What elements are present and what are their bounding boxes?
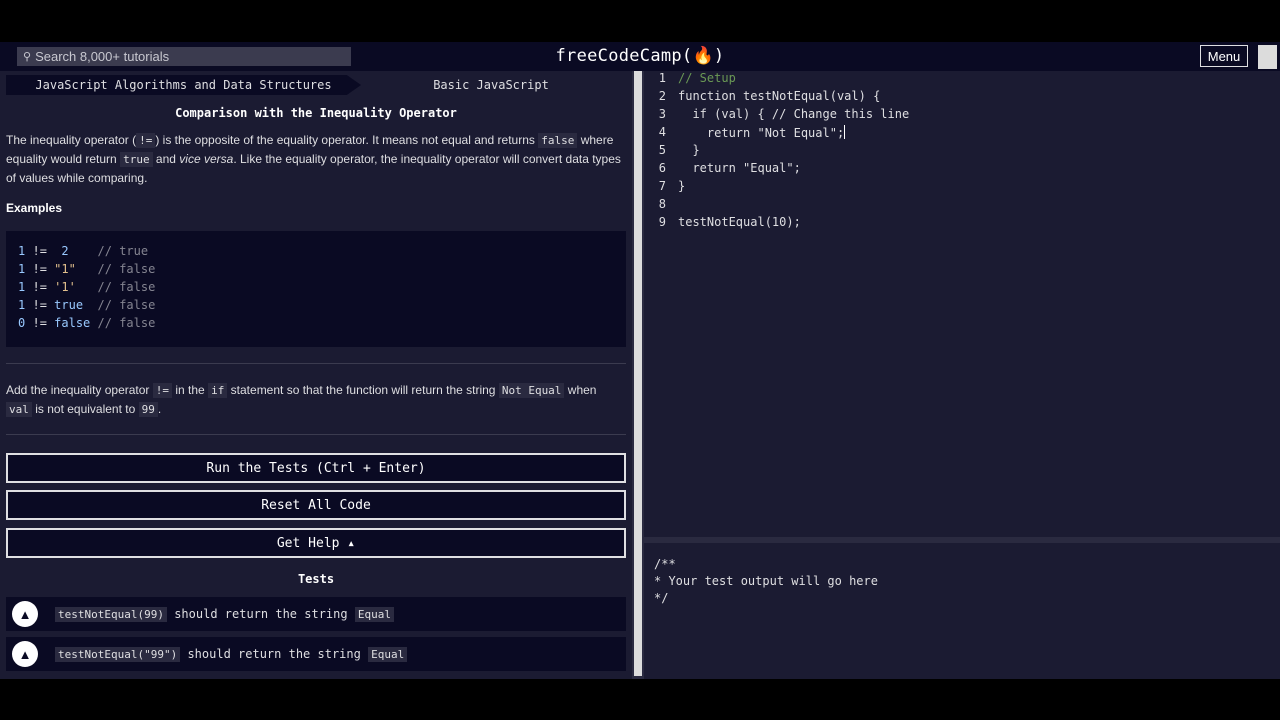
text: and <box>155 152 176 166</box>
text: Add the inequality operator <box>6 383 150 397</box>
text: The inequality operator ( <box>6 133 137 147</box>
code-line[interactable]: } <box>678 143 699 157</box>
code-line[interactable]: if (val) { // Change this line <box>678 107 909 121</box>
inline-code: != <box>152 383 173 398</box>
example-code-block: 1 != 2 // true 1 != "1" // false 1 != '1… <box>6 231 626 347</box>
test-output-panel: /** * Your test output will go here */ <box>644 543 1280 679</box>
text-cursor <box>844 125 846 139</box>
line-number: 1 <box>658 71 666 85</box>
tests-heading: Tests <box>297 572 335 586</box>
line-number: 3 <box>658 107 666 121</box>
inline-code: testNotEqual("99") <box>55 647 181 662</box>
inline-code: Equal <box>368 647 408 662</box>
example-line: 1 != '1' // false <box>18 280 156 294</box>
example-line: 0 != false // false <box>18 316 156 330</box>
instructions-scrollbar[interactable] <box>632 71 644 679</box>
emphasis: vice versa <box>179 152 234 166</box>
inline-code: false <box>538 133 578 148</box>
text: ) is the opposite of the equality operat… <box>155 133 535 147</box>
examples-heading: Examples <box>6 201 63 215</box>
inline-code: != <box>136 133 156 148</box>
test-description: testNotEqual(99) should return the strin… <box>55 607 394 622</box>
description-paragraph: The inequality operator (!=) is the oppo… <box>6 131 622 187</box>
flask-icon: ▲ <box>12 601 38 627</box>
text: in the <box>175 383 205 397</box>
inline-code: true <box>120 152 153 167</box>
inline-code: Not Equal <box>498 383 565 398</box>
text: when <box>567 383 597 397</box>
inline-code: if <box>208 383 228 398</box>
breadcrumb: JavaScript Algorithms and Data Structure… <box>6 75 626 95</box>
run-tests-button[interactable]: Run the Tests (Ctrl + Enter) <box>6 453 626 483</box>
code-line[interactable]: function testNotEqual(val) { <box>678 89 880 103</box>
code-line[interactable]: } <box>678 179 685 193</box>
example-line: 1 != true // false <box>18 298 156 312</box>
line-number: 7 <box>658 179 666 193</box>
test-item: ▲ testNotEqual(99) should return the str… <box>6 597 626 631</box>
text: should return the string <box>174 607 348 621</box>
brand-logo[interactable]: freeCodeCamp(🔥) <box>0 46 1280 66</box>
breadcrumb-superblock[interactable]: JavaScript Algorithms and Data Structure… <box>6 75 361 95</box>
line-number: 2 <box>658 89 666 103</box>
reset-code-button[interactable]: Reset All Code <box>6 490 626 520</box>
text: should return the string <box>187 647 361 661</box>
test-description: testNotEqual("99") should return the str… <box>55 647 408 662</box>
code-line[interactable]: testNotEqual(10); <box>678 215 801 229</box>
code-line-text: return "Not Equal"; <box>678 126 845 140</box>
instructions-paragraph: Add the inequality operator != in the if… <box>6 381 622 419</box>
example-line: 1 != 2 // true <box>18 244 149 258</box>
text: statement so that the function will retu… <box>230 383 496 397</box>
challenge-title: Comparison with the Inequality Operator <box>175 106 457 120</box>
line-number: 5 <box>658 143 666 157</box>
line-number: 6 <box>658 161 666 175</box>
text: is not equivalent to <box>35 402 136 416</box>
page-scrollbar[interactable] <box>1258 45 1277 69</box>
example-line: 1 != "1" // false <box>18 262 156 276</box>
breadcrumb-block[interactable]: Basic JavaScript <box>356 75 626 95</box>
test-item: ▲ testNotEqual("99") should return the s… <box>6 637 626 671</box>
menu-button[interactable]: Menu <box>1200 45 1248 67</box>
flask-icon: ▲ <box>12 641 38 667</box>
top-nav: ⚲ Search 8,000+ tutorials freeCodeCamp(🔥… <box>0 42 1280 71</box>
instructions-pane: JavaScript Algorithms and Data Structure… <box>0 71 632 679</box>
code-editor[interactable]: 1 2 3 4 5 6 7 8 9 // Setup function test… <box>644 71 1280 537</box>
divider <box>6 363 626 364</box>
scrollbar-thumb[interactable] <box>634 71 642 676</box>
code-line[interactable]: // Setup <box>678 71 736 85</box>
inline-code: testNotEqual(99) <box>55 607 167 622</box>
output-line: * Your test output will go here <box>654 574 878 588</box>
output-line: */ <box>654 591 669 605</box>
get-help-button[interactable]: Get Help ▴ <box>6 528 626 558</box>
text: . <box>157 402 162 416</box>
inline-code: 99 <box>138 402 158 417</box>
code-line[interactable]: return "Not Equal"; <box>678 125 846 140</box>
line-number: 8 <box>658 197 666 211</box>
inline-code: val <box>6 402 32 417</box>
inline-code: Equal <box>354 607 394 622</box>
divider <box>6 434 626 435</box>
code-line[interactable]: return "Equal"; <box>678 161 800 175</box>
output-line: /** <box>654 557 676 571</box>
line-number: 4 <box>658 125 666 139</box>
line-number: 9 <box>658 215 666 229</box>
